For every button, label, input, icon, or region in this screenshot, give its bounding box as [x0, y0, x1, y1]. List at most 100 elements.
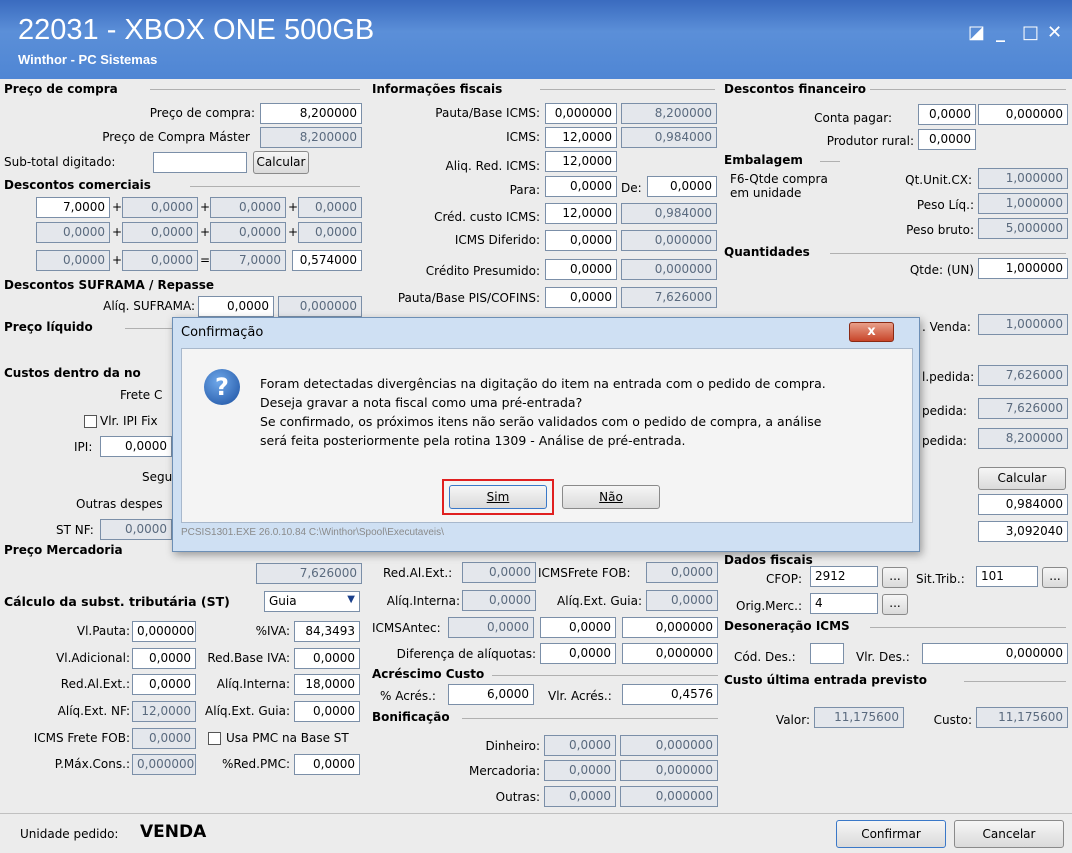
- peso-bruto-field: 5,000000: [978, 218, 1068, 239]
- nao-button[interactable]: Não: [562, 485, 660, 509]
- icms-antec-field-2[interactable]: 0,0000: [540, 617, 616, 638]
- valor-field: 11,175600: [814, 707, 904, 728]
- desc-com-7[interactable]: 0,0000: [210, 222, 286, 243]
- sit-trib-label: Sit.Trib.:: [916, 572, 965, 586]
- sit-trib-lookup-button[interactable]: ...: [1042, 567, 1068, 588]
- desc-com-4[interactable]: 0,0000: [298, 197, 362, 218]
- aliq-interna-label: Alíq.Interna:: [216, 677, 290, 691]
- credito-presumido-input[interactable]: 0,0000: [545, 259, 617, 280]
- divider: [540, 89, 715, 90]
- desc-com-1[interactable]: 7,0000: [36, 197, 110, 218]
- preco-compra-input[interactable]: 8,200000: [260, 103, 362, 124]
- desc-com-5[interactable]: 0,0000: [36, 222, 110, 243]
- subtotal-input[interactable]: [153, 152, 247, 173]
- guia-select-value: Guia: [269, 594, 297, 608]
- diferenca-aliquotas-value[interactable]: 0,000000: [622, 643, 718, 664]
- aliq-suframa-input[interactable]: 0,0000: [198, 296, 274, 317]
- outras-label: Outras:: [495, 790, 540, 804]
- desc-com-10[interactable]: 0,0000: [122, 250, 198, 271]
- aliq-ext-guia-input[interactable]: 0,0000: [294, 701, 360, 722]
- pauta-pis-input[interactable]: 0,0000: [545, 287, 617, 308]
- conta-pagar-value[interactable]: 0,000000: [978, 104, 1068, 125]
- de-input[interactable]: 0,0000: [647, 176, 717, 197]
- produtor-rural-input[interactable]: 0,0000: [918, 129, 976, 150]
- qtde-un-input[interactable]: 1,000000: [978, 258, 1068, 279]
- vlr-des-input[interactable]: 0,000000: [922, 643, 1068, 664]
- mercadoria-field: 0,0000: [544, 760, 616, 781]
- orig-merc-input[interactable]: 4: [810, 593, 878, 614]
- ipi-input[interactable]: 0,0000: [100, 436, 172, 457]
- close-button[interactable]: ✕: [1047, 22, 1062, 43]
- outras-field: 0,0000: [544, 786, 616, 807]
- cred-custo-icms-label: Créd. custo ICMS:: [434, 210, 540, 224]
- dialog-title: Confirmação: [181, 325, 264, 340]
- desc-com-8[interactable]: 0,0000: [298, 222, 362, 243]
- credito-presumido-value: 0,000000: [621, 259, 717, 280]
- sit-trib-input[interactable]: 101: [976, 566, 1038, 587]
- section-descontos-comerciais: Descontos comerciais: [4, 178, 151, 192]
- vlr-acres-input[interactable]: 0,4576: [622, 684, 718, 705]
- dinheiro-value: 0,000000: [620, 735, 718, 756]
- window-subtitle: Winthor - PC Sistemas: [18, 52, 158, 67]
- conta-pagar-input[interactable]: 0,0000: [918, 104, 976, 125]
- icms-antec-field-3[interactable]: 0,000000: [622, 617, 718, 638]
- section-preco-liquido: Preço líquido: [4, 320, 93, 334]
- question-icon: ?: [204, 369, 240, 405]
- usa-pmc-checkbox[interactable]: [208, 732, 221, 745]
- pauta-icms-input[interactable]: 0,000000: [545, 103, 617, 124]
- dialog-message-line-2: Deseja gravar a nota fiscal como uma pré…: [260, 395, 583, 410]
- guia-select[interactable]: Guia ▼: [264, 591, 360, 612]
- red-pmc-input[interactable]: 0,0000: [294, 754, 360, 775]
- iva-input[interactable]: 84,3493: [294, 621, 360, 642]
- confirmar-button[interactable]: Confirmar: [836, 820, 946, 848]
- calcular-button-left[interactable]: Calcular: [253, 151, 309, 174]
- cfop-input[interactable]: 2912: [810, 566, 878, 587]
- red-pmc-label: %Red.PMC:: [221, 757, 290, 771]
- desc-com-9[interactable]: 0,0000: [36, 250, 110, 271]
- cred-custo-icms-input[interactable]: 12,0000: [545, 203, 617, 224]
- desc-com-3[interactable]: 0,0000: [210, 197, 286, 218]
- divider: [125, 328, 172, 329]
- preco-master-label: Preço de Compra Máster: [102, 130, 250, 144]
- cred-custo-icms-value: 0,984000: [621, 203, 717, 224]
- produtor-rural-label: Produtor rural:: [826, 134, 914, 148]
- icms-input[interactable]: 12,0000: [545, 127, 617, 148]
- desc-com-6[interactable]: 0,0000: [122, 222, 198, 243]
- orig-merc-lookup-button[interactable]: ...: [882, 594, 908, 615]
- icms-diferido-input[interactable]: 0,0000: [545, 230, 617, 251]
- desc-com-2[interactable]: 0,0000: [122, 197, 198, 218]
- plus-sign: +: [200, 225, 211, 239]
- restore-icon[interactable]: ◪: [968, 22, 985, 43]
- sim-button[interactable]: Sim: [449, 485, 547, 509]
- vlr-ipi-fixo-checkbox[interactable]: [84, 415, 97, 428]
- redbase-iva-input[interactable]: 0,0000: [294, 648, 360, 669]
- aliq-red-icms-input[interactable]: 12,0000: [545, 151, 617, 172]
- vladicional-input[interactable]: 0,0000: [132, 648, 196, 669]
- divider: [964, 681, 1066, 682]
- redbase-iva-label: Red.Base IVA:: [207, 651, 290, 665]
- maximize-button[interactable]: □: [1022, 22, 1039, 43]
- subtotal-label: Sub-total digitado:: [4, 155, 116, 169]
- aliq-interna-input[interactable]: 18,0000: [294, 674, 360, 695]
- para-input[interactable]: 0,0000: [545, 176, 617, 197]
- cancelar-button[interactable]: Cancelar: [954, 820, 1064, 848]
- diferenca-aliquotas-input[interactable]: 0,0000: [540, 643, 616, 664]
- aliq-ext-guia-field-mid: 0,0000: [646, 590, 718, 611]
- icms-frete-fob-label-mid: ICMSFrete FOB:: [538, 566, 631, 580]
- dialog-footer-path: PCSIS1301.EXE 26.0.10.84 C:\Winthor\Spoo…: [181, 527, 444, 538]
- cod-des-input[interactable]: [810, 643, 844, 664]
- dialog-close-button[interactable]: x: [849, 322, 894, 342]
- pmax-label: P.Máx.Cons.:: [54, 757, 130, 771]
- section-descontos-suframa: Descontos SUFRAMA / Repasse: [4, 278, 215, 292]
- pedida-2-label: pedida:: [922, 404, 967, 418]
- redalext-input[interactable]: 0,0000: [132, 674, 196, 695]
- outras-despesas-label: Outras despes: [76, 497, 163, 511]
- divider: [830, 253, 1066, 254]
- acres-input[interactable]: 6,0000: [448, 684, 534, 705]
- vlpauta-input[interactable]: 0,000000: [132, 621, 196, 642]
- cfop-lookup-button[interactable]: ...: [882, 567, 908, 588]
- minimize-button[interactable]: _: [996, 22, 1005, 43]
- section-custo-ultima-entrada: Custo última entrada previsto: [724, 673, 927, 687]
- title-bar[interactable]: 22031 - XBOX ONE 500GB Winthor - PC Sist…: [0, 0, 1072, 79]
- calcular-button-right[interactable]: Calcular: [978, 467, 1066, 490]
